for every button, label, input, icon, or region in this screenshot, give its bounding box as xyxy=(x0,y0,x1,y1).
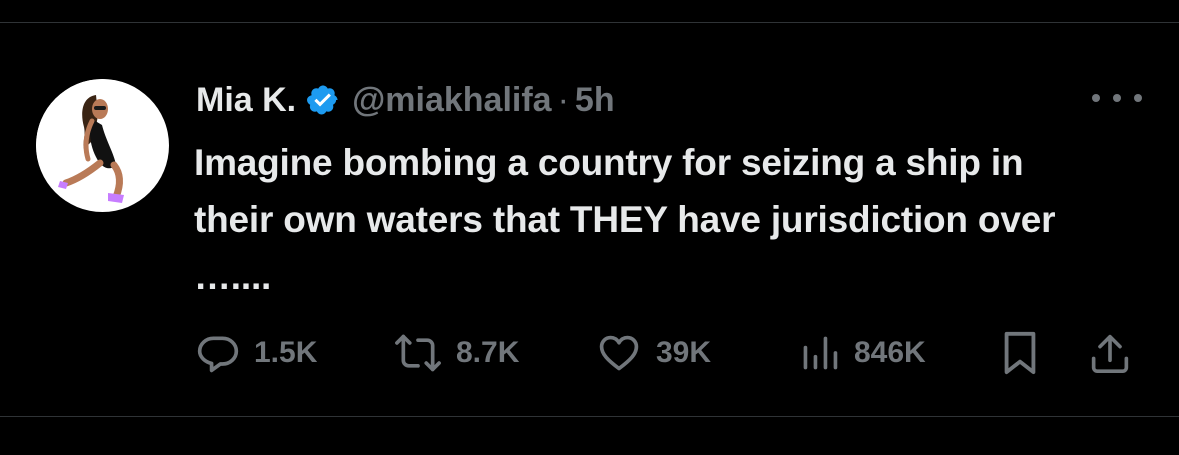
like-count: 39K xyxy=(656,336,712,369)
more-dot xyxy=(1134,94,1142,102)
author-name[interactable]: Mia K. xyxy=(196,81,296,120)
bookmark-button[interactable] xyxy=(1000,326,1040,380)
top-divider xyxy=(0,22,1179,23)
views-button[interactable]: 846K xyxy=(800,326,926,380)
tweet-text: Imagine bombing a country for seizing a … xyxy=(194,142,1056,297)
author-handle[interactable]: @miakhalifa xyxy=(352,81,551,120)
more-dot xyxy=(1092,94,1100,102)
share-icon xyxy=(1091,334,1129,373)
more-dot xyxy=(1113,94,1121,102)
tweet-header: Mia K. @miakhalifa · 5h xyxy=(196,76,615,124)
like-button[interactable]: 39K xyxy=(596,326,711,380)
views-icon xyxy=(803,336,838,370)
more-options-icon[interactable] xyxy=(1092,86,1142,110)
view-count: 846K xyxy=(854,336,926,369)
heart-icon xyxy=(599,335,639,371)
repost-count: 8.7K xyxy=(456,336,520,369)
reply-count: 1.5K xyxy=(254,336,318,369)
verified-badge-icon[interactable] xyxy=(306,83,340,117)
reply-icon xyxy=(197,336,239,373)
repost-icon xyxy=(395,334,441,372)
separator-dot: · xyxy=(557,80,569,119)
timestamp[interactable]: 5h xyxy=(575,81,615,120)
reply-button[interactable]: 1.5K xyxy=(196,326,317,380)
action-bar: 1.5K 8.7K 39K 846K xyxy=(196,326,1144,380)
repost-button[interactable]: 8.7K xyxy=(394,326,519,380)
bottom-divider xyxy=(0,416,1179,417)
avatar-illustration xyxy=(36,79,168,211)
share-button[interactable] xyxy=(1090,326,1130,380)
bookmark-icon xyxy=(1004,331,1036,375)
avatar[interactable] xyxy=(36,79,169,212)
